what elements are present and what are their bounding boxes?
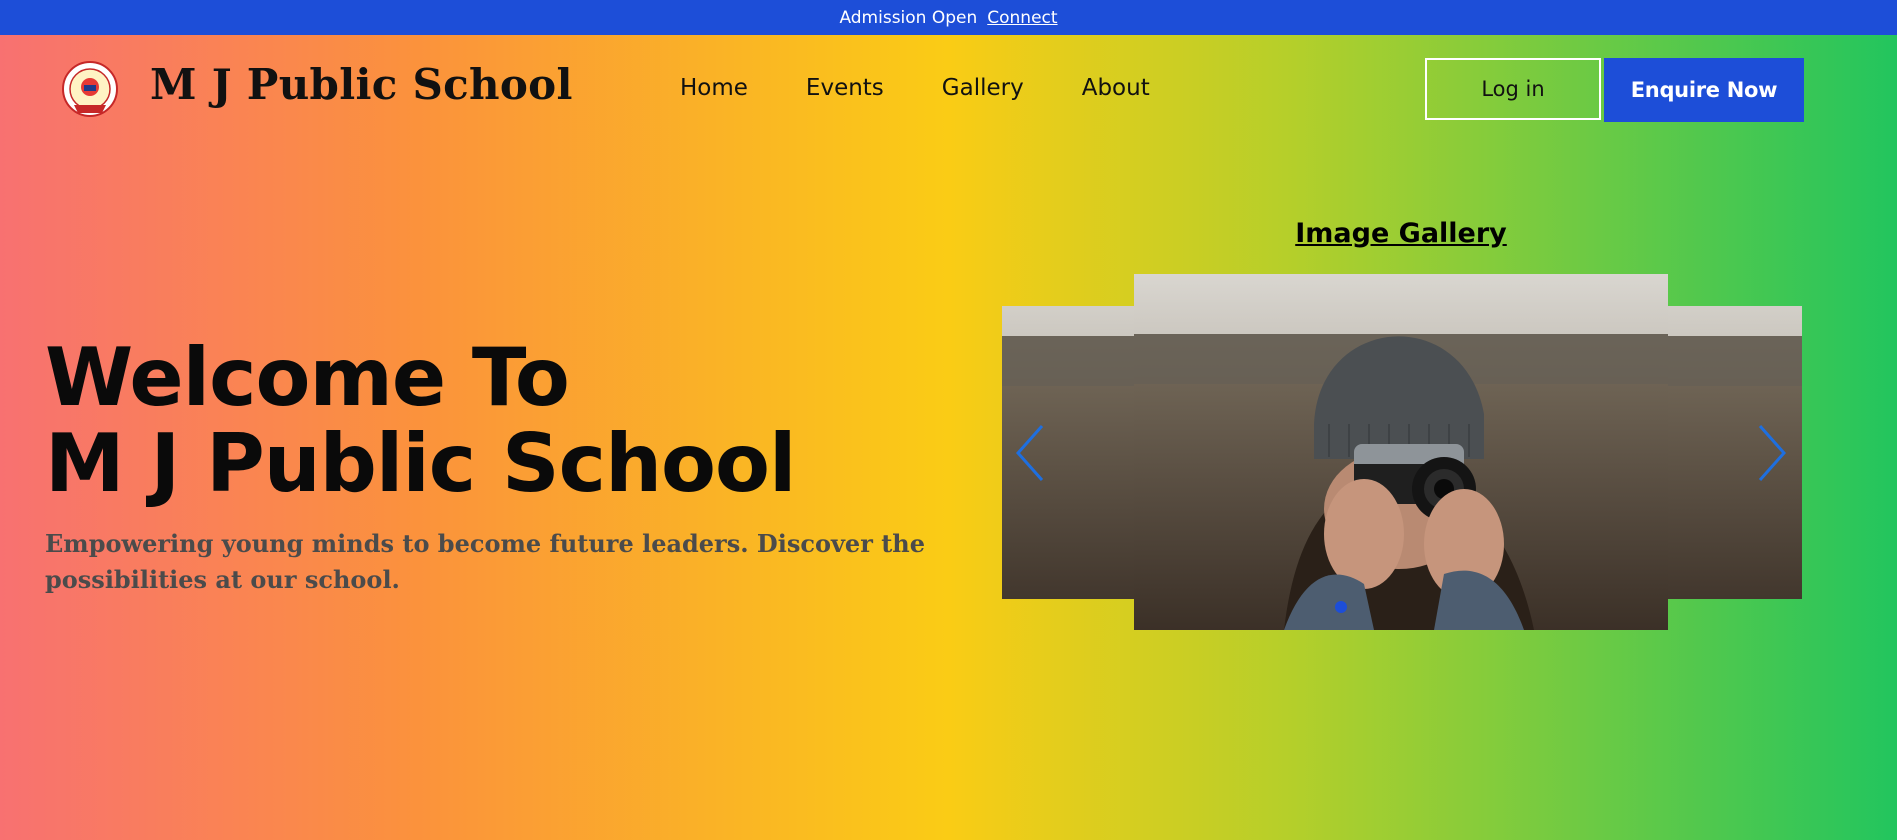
school-emblem-icon[interactable] xyxy=(62,61,118,117)
hero-title-line1: Welcome To xyxy=(45,331,570,424)
gallery-title: Image Gallery xyxy=(1295,218,1507,249)
announcement-bar: Admission Open Connect xyxy=(0,0,1897,35)
gallery-photo xyxy=(1134,274,1668,630)
nav-events[interactable]: Events xyxy=(806,75,884,101)
hero-title: Welcome To M J Public School xyxy=(45,335,796,510)
chevron-left-icon[interactable] xyxy=(1012,418,1048,488)
main-nav: Home Events Gallery About xyxy=(680,75,1208,101)
enquire-now-button[interactable]: Enquire Now xyxy=(1604,58,1804,122)
nav-gallery[interactable]: Gallery xyxy=(942,75,1024,101)
gallery-active-slide[interactable] xyxy=(1134,274,1668,630)
announcement-text: Admission Open xyxy=(839,7,978,28)
school-name[interactable]: M J Public School xyxy=(150,60,573,109)
nav-about[interactable]: About xyxy=(1082,75,1150,101)
chevron-right-icon[interactable] xyxy=(1754,418,1790,488)
nav-home[interactable]: Home xyxy=(680,75,748,101)
hero-title-line2: M J Public School xyxy=(45,417,796,510)
hero-subtitle: Empowering young minds to become future … xyxy=(45,529,926,594)
carousel-dot[interactable] xyxy=(1335,601,1347,613)
login-button[interactable]: Log in xyxy=(1425,58,1601,120)
connect-link[interactable]: Connect xyxy=(987,8,1057,28)
